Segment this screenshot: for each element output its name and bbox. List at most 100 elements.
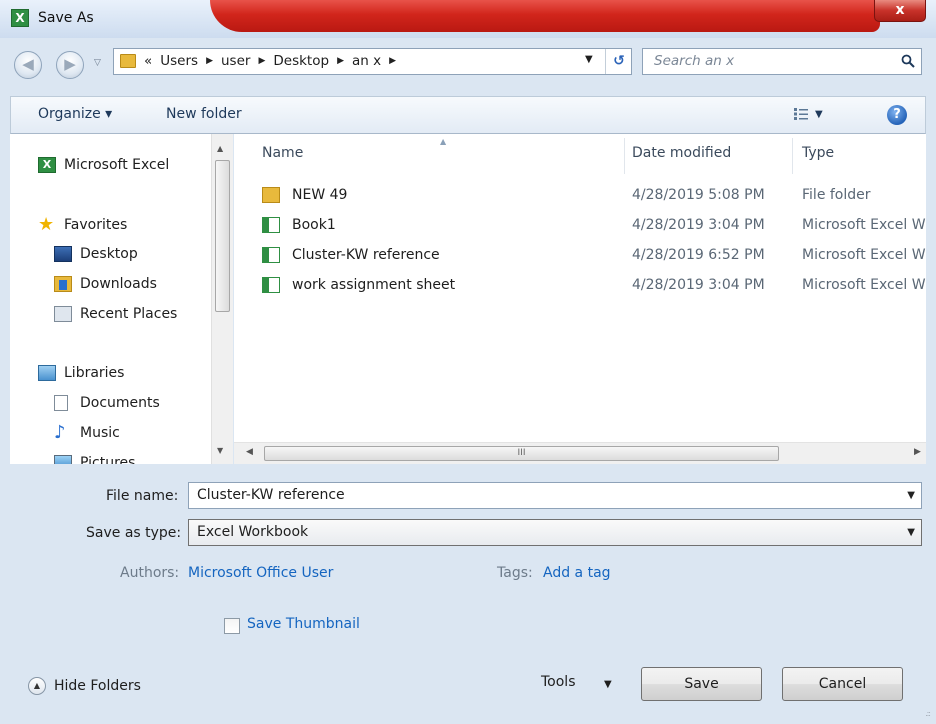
nav-item-label: Microsoft Excel [64,157,170,173]
nav-item-label: Music [80,425,120,441]
new-folder-button[interactable]: New folder [166,106,242,122]
back-button[interactable]: ◀ [14,51,42,79]
file-row[interactable]: work assignment sheet 4/28/2019 3:04 PM … [234,273,926,299]
tools-dropdown-icon[interactable]: ▼ [604,679,612,690]
hide-folders-button[interactable]: ▲ Hide Folders [28,677,141,695]
file-name: Cluster-KW reference [292,247,440,263]
file-type: Microsoft Excel W [802,247,926,263]
file-date: 4/28/2019 5:08 PM [632,187,765,203]
breadcrumb-users[interactable]: Users [160,53,198,69]
navigation-pane: X Microsoft Excel ★ Favorites Desktop Do… [10,134,233,464]
close-button[interactable]: x [874,0,926,22]
organize-menu[interactable]: Organize ▾ [38,106,112,122]
tags-label: Tags: [497,565,533,581]
breadcrumb-user[interactable]: user [221,53,250,69]
file-name: Book1 [292,217,336,233]
column-divider[interactable] [624,138,625,174]
breadcrumb-arrow-icon[interactable]: ▶ [206,56,213,66]
file-name: NEW 49 [292,187,348,203]
scroll-right-arrow-icon[interactable]: ▶ [914,447,921,457]
save-as-type-value: Excel Workbook [197,524,309,540]
breadcrumb-desktop[interactable]: Desktop [273,53,329,69]
authors-label: Authors: [120,565,180,581]
column-header-name[interactable]: Name [262,145,303,161]
nav-item-pictures[interactable]: Pictures [54,452,135,464]
save-button[interactable]: Save [641,667,762,701]
nav-item-microsoft-excel[interactable]: X Microsoft Excel [38,154,169,176]
file-row[interactable]: NEW 49 4/28/2019 5:08 PM File folder [234,183,926,209]
help-icon[interactable]: ? [887,105,907,125]
nav-item-favorites[interactable]: ★ Favorites [38,214,127,236]
breadcrumb-overflow[interactable]: « [144,53,152,69]
address-dropdown-icon[interactable]: ▼ [585,54,593,65]
authors-field[interactable]: Microsoft Office User [188,565,333,581]
nav-item-label: Documents [80,395,160,411]
file-date: 4/28/2019 6:52 PM [632,247,765,263]
scrollbar-thumb[interactable] [215,160,230,312]
nav-item-label: Pictures [80,455,136,464]
file-name-field[interactable]: Cluster-KW reference ▼ [188,482,922,509]
scroll-down-arrow-icon[interactable]: ▼ [217,446,223,455]
column-header-type[interactable]: Type [802,145,834,161]
file-name-value: Cluster-KW reference [197,487,345,503]
nav-item-downloads[interactable]: Downloads [54,273,157,295]
file-list: ▲ Name Date modified Type NEW 49 4/28/20… [234,134,926,464]
recent-pages-dropdown-icon[interactable]: ▽ [94,58,101,68]
nav-item-libraries[interactable]: Libraries [38,362,124,384]
desktop-icon [54,246,72,262]
file-name-label: File name: [106,488,179,504]
file-list-horizontal-scrollbar[interactable]: ◀ III ▶ [234,442,926,464]
breadcrumb-an-x[interactable]: an x [352,53,381,69]
nav-item-label: Favorites [64,217,128,233]
nav-item-desktop[interactable]: Desktop [54,243,138,265]
folder-icon [120,54,136,68]
breadcrumb-arrow-icon[interactable]: ▶ [258,56,265,66]
address-bar[interactable]: « Users ▶ user ▶ Desktop ▶ an x ▶ ▼ ↺ [113,48,632,75]
breadcrumb-arrow-icon[interactable]: ▶ [337,56,344,66]
search-icon[interactable] [901,54,915,68]
scroll-left-arrow-icon[interactable]: ◀ [246,447,253,457]
file-row[interactable]: Cluster-KW reference 4/28/2019 6:52 PM M… [234,243,926,269]
column-divider[interactable] [792,138,793,174]
pictures-icon [54,455,72,464]
file-date: 4/28/2019 3:04 PM [632,277,765,293]
save-thumbnail-label[interactable]: Save Thumbnail [247,616,360,632]
nav-item-recent-places[interactable]: Recent Places [54,303,177,325]
forward-button[interactable]: ▶ [56,51,84,79]
navigation-pane-scrollbar[interactable]: ▲ ▼ [211,134,233,464]
tools-menu[interactable]: Tools [541,674,576,690]
command-bar: Organize ▾ New folder ▼ ? [10,96,926,134]
cancel-button[interactable]: Cancel [782,667,903,701]
save-as-type-dropdown-icon[interactable]: ▼ [907,527,915,538]
scroll-up-arrow-icon[interactable]: ▲ [217,144,223,153]
file-name-dropdown-icon[interactable]: ▼ [907,490,915,501]
file-type: Microsoft Excel W [802,277,926,293]
title-bar-highlight [210,0,880,32]
column-header-date-modified[interactable]: Date modified [632,145,731,161]
file-date: 4/28/2019 3:04 PM [632,217,765,233]
nav-item-music[interactable]: ♪ Music [54,422,120,444]
scrollbar-thumb[interactable]: III [264,446,779,461]
folder-icon [262,187,280,203]
search-box[interactable]: Search an x [642,48,922,75]
file-row[interactable]: Book1 4/28/2019 3:04 PM Microsoft Excel … [234,213,926,239]
sort-ascending-icon: ▲ [440,137,447,146]
nav-item-label: Recent Places [80,306,178,322]
libraries-icon [38,365,56,381]
save-as-type-label: Save as type: [86,525,182,541]
search-input[interactable]: Search an x [654,53,734,69]
tags-field[interactable]: Add a tag [543,565,611,581]
document-icon [54,395,68,411]
window-title: Save As [38,10,94,26]
breadcrumb-arrow-icon[interactable]: ▶ [389,56,396,66]
view-options-dropdown-icon[interactable]: ▼ [815,109,823,120]
save-thumbnail-checkbox[interactable] [224,618,240,634]
resize-grip-icon[interactable]: .:: [925,709,931,718]
save-as-type-select[interactable]: Excel Workbook ▼ [188,519,922,546]
change-view-icon[interactable] [794,108,808,120]
download-arrow-icon [59,280,67,290]
file-type: Microsoft Excel W [802,217,926,233]
nav-item-documents[interactable]: Documents [54,392,160,414]
music-icon: ♪ [54,422,66,443]
refresh-button[interactable]: ↺ [605,49,632,74]
